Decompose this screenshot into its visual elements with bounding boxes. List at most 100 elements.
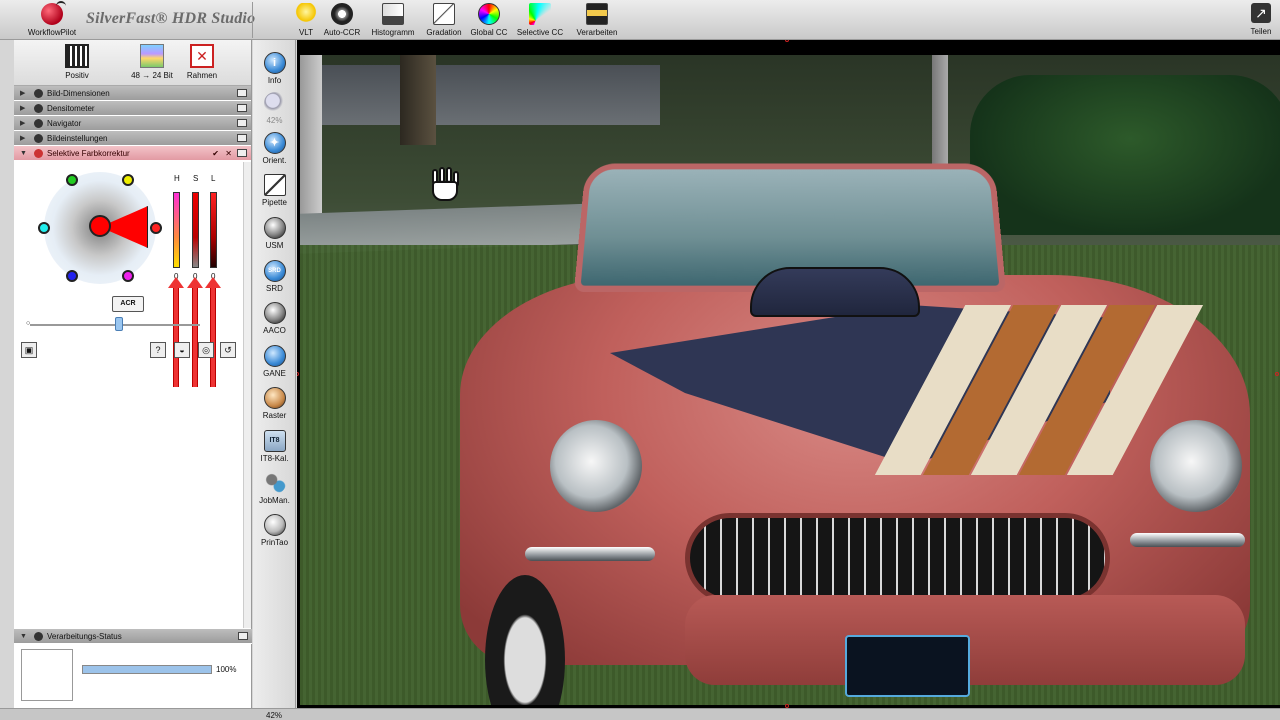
saturation-slider[interactable] [192, 192, 199, 268]
tool-info[interactable]: i Info [253, 52, 296, 85]
disclosure-triangle-icon[interactable]: ▶ [20, 86, 25, 101]
selective-color-panel: H S L 0 0 0 ACR ○ ▣ ? ◒ ◎ ↺ [14, 162, 252, 387]
progress-percent: 100% [216, 665, 237, 674]
reset-icon[interactable]: ↺ [220, 342, 236, 358]
section-bildeinstellungen[interactable]: ▶ Bildeinstellungen [14, 131, 251, 146]
tool-usm[interactable]: USM [253, 217, 296, 250]
frame-handle[interactable] [1275, 372, 1279, 376]
checkmark-icon[interactable]: ✔ [212, 146, 219, 161]
tool-aaco[interactable]: AACO [253, 302, 296, 335]
film-icon [65, 44, 89, 68]
section-verarbeitungs-status[interactable]: ▼ Verarbeitungs-Status [14, 629, 252, 644]
help-icon[interactable]: ? [150, 342, 166, 358]
section-navigator[interactable]: ▶ Navigator [14, 116, 251, 131]
quick-settings-bar: Positiv 48 → 24 Bit ✕ Rahmen [14, 40, 251, 86]
auto-ccr-button[interactable]: Auto-CCR [322, 3, 362, 37]
zoom-icon[interactable]: ◎ [198, 342, 214, 358]
chrome-bumperette [525, 547, 655, 561]
cyan-point[interactable] [38, 222, 50, 234]
lightness-slider[interactable] [210, 192, 217, 268]
tool-pipette[interactable]: Pipette [253, 174, 296, 207]
disclosure-triangle-icon[interactable]: ▶ [20, 116, 25, 131]
histogram-button[interactable]: Histogramm [368, 3, 418, 37]
prescan-image[interactable] [300, 55, 1280, 705]
section-label: Bild-Dimensionen [47, 89, 110, 98]
status-icon [34, 632, 43, 641]
raster-icon [263, 387, 286, 409]
share-label: Teilen [1250, 27, 1272, 36]
section-selektive-farbkorrektur[interactable]: ▼ Selektive Farbkorrektur ✔ ✕ [14, 146, 251, 161]
save-icon[interactable]: ▣ [21, 342, 37, 358]
panel-scrollbar[interactable] [243, 162, 251, 628]
hue-label: H [174, 174, 180, 183]
prescan-viewport[interactable] [297, 40, 1280, 708]
vlt-button[interactable]: VLT [295, 3, 317, 37]
background-tree [300, 55, 322, 235]
auto-ccr-label: Auto-CCR [323, 28, 361, 37]
usm-icon [263, 217, 286, 239]
frame-handle[interactable] [785, 40, 789, 42]
tool-raster[interactable]: Raster [253, 387, 296, 420]
tool-printao[interactable]: PrinTao [253, 514, 296, 547]
workflow-pilot-button[interactable]: WorkflowPilot [22, 1, 82, 37]
frame-handle[interactable] [297, 372, 299, 376]
tool-label: USM [265, 241, 284, 250]
detach-icon[interactable] [237, 89, 247, 97]
section-label: Verarbeitungs-Status [47, 632, 122, 641]
detach-icon[interactable] [237, 104, 247, 112]
yellow-point[interactable] [122, 174, 134, 186]
strength-slider-thumb[interactable] [115, 317, 123, 331]
tool-label: 42% [266, 116, 283, 125]
acr-button[interactable]: ACR [112, 296, 144, 312]
disclosure-triangle-open-icon[interactable]: ▼ [20, 629, 27, 644]
disclosure-triangle-icon[interactable]: ▶ [20, 101, 25, 116]
detach-icon[interactable] [237, 134, 247, 142]
hand-cursor-icon [428, 167, 462, 203]
tool-it8[interactable]: IT8 IT8-Kal. [253, 430, 296, 463]
it8-icon: IT8 [263, 430, 286, 452]
blue-point[interactable] [66, 270, 78, 282]
hood-scoop [750, 267, 920, 317]
section-label: Selektive Farbkorrektur [47, 149, 130, 158]
background-tree [400, 55, 436, 145]
disclosure-triangle-icon[interactable]: ▶ [20, 131, 25, 146]
disclosure-triangle-open-icon[interactable]: ▼ [20, 146, 27, 161]
license-plate [845, 635, 970, 697]
detach-icon[interactable] [237, 119, 247, 127]
detach-icon[interactable] [238, 632, 248, 640]
tool-zoom[interactable]: 42% [253, 92, 296, 125]
gradation-button[interactable]: Gradation [424, 3, 464, 37]
close-icon[interactable]: ✕ [225, 146, 232, 161]
wheel-center-handle[interactable] [89, 215, 111, 237]
tool-label: GANE [263, 369, 286, 378]
gradation-label: Gradation [426, 28, 462, 37]
red-point[interactable] [150, 222, 162, 234]
tool-orientation[interactable]: ✦ Orient. [253, 132, 296, 165]
tool-label: Raster [262, 411, 287, 420]
tool-gane[interactable]: GANE [253, 345, 296, 378]
printao-icon [263, 514, 286, 536]
process-button[interactable]: Verarbeiten [573, 3, 621, 37]
hue-slider[interactable] [173, 192, 180, 268]
detach-icon[interactable] [237, 149, 247, 157]
global-cc-button[interactable]: Global CC [470, 3, 508, 37]
tool-srd[interactable]: SRD SRD [253, 260, 296, 293]
acr-label: ACR [120, 300, 136, 307]
green-point[interactable] [66, 174, 78, 186]
tool-jobman[interactable]: JobMan. [253, 472, 296, 505]
positiv-button[interactable]: Positiv [47, 44, 107, 80]
selective-cc-button[interactable]: Selective CC [515, 3, 565, 37]
share-button[interactable]: ↗ Teilen [1246, 3, 1276, 36]
pipette-icon [263, 174, 286, 196]
mask-icon[interactable]: ◒ [174, 342, 190, 358]
info-icon: i [263, 52, 286, 74]
section-bild-dimensionen[interactable]: ▶ Bild-Dimensionen [14, 86, 251, 101]
settings-list-icon [34, 134, 43, 143]
section-densitometer[interactable]: ▶ Densitometer [14, 101, 251, 116]
navigator-icon [34, 119, 43, 128]
tool-column: i Info 42% ✦ Orient. Pipette USM SRD SRD AACO GANE… [253, 40, 296, 708]
rahmen-button[interactable]: ✕ Rahmen [172, 44, 232, 80]
histogram-icon [382, 3, 404, 25]
section-label: Bildeinstellungen [47, 134, 108, 143]
magenta-point[interactable] [122, 270, 134, 282]
